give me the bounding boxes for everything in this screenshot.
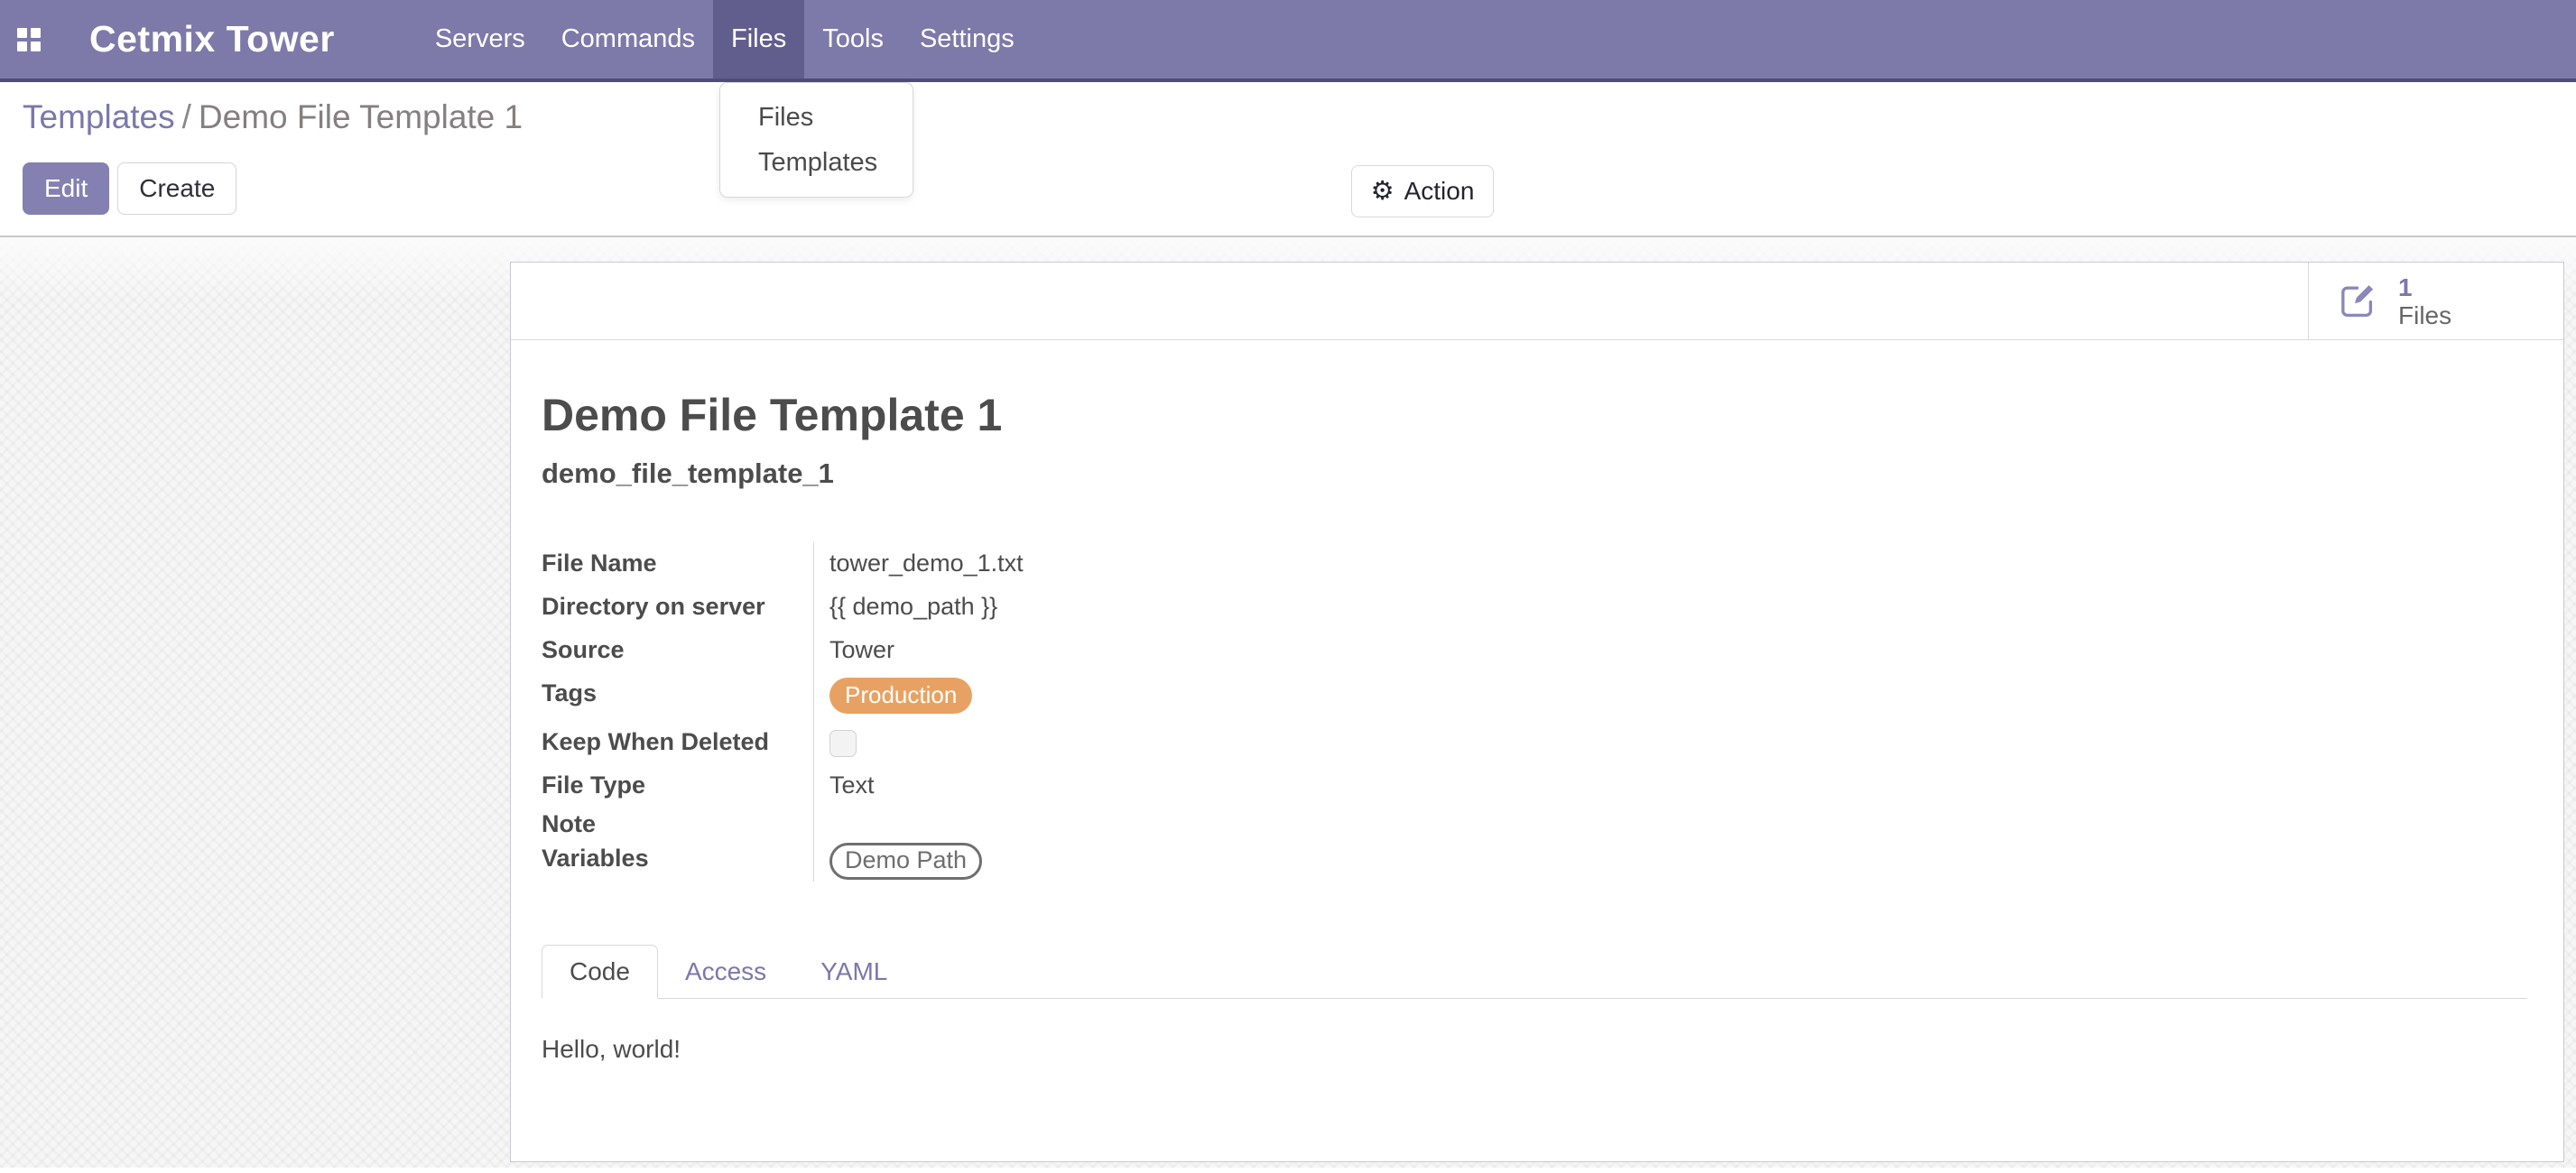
field-row-tags: Tags Production xyxy=(542,671,2527,720)
sheet-body: Demo File Template 1 demo_file_template_… xyxy=(511,389,2563,1065)
create-button[interactable]: Create xyxy=(117,162,236,215)
breadcrumb-parent-link[interactable]: Templates xyxy=(23,98,175,135)
stat-label: Files xyxy=(2398,301,2451,329)
control-panel: Templates/Demo File Template 1 Edit Crea… xyxy=(0,82,2576,237)
edit-file-icon xyxy=(2336,280,2378,322)
field-label: Tags xyxy=(542,671,813,715)
tab-access[interactable]: Access xyxy=(658,946,793,998)
nav-item-files[interactable]: Files xyxy=(713,0,804,79)
field-value: Production xyxy=(813,671,2527,720)
field-value: tower_demo_1.txt xyxy=(813,541,2527,585)
stat-button-text: 1 Files xyxy=(2398,273,2451,329)
tab-yaml[interactable]: YAML xyxy=(793,946,914,998)
keep-when-deleted-checkbox[interactable] xyxy=(829,730,857,757)
field-value xyxy=(813,807,2527,841)
main-menu: Servers Commands Files Tools Settings xyxy=(417,0,1033,79)
gear-icon: ⚙ xyxy=(1371,179,1395,205)
field-group: File Name tower_demo_1.txt Directory on … xyxy=(542,541,2527,882)
breadcrumb-current: Demo File Template 1 xyxy=(199,98,523,135)
field-label: Variables xyxy=(542,841,813,875)
tab-code[interactable]: Code xyxy=(542,945,658,999)
stat-count: 1 xyxy=(2398,273,2451,301)
apps-grid-icon xyxy=(17,28,41,51)
brand-logo[interactable]: Cetmix Tower xyxy=(89,0,335,79)
field-row-file-type: File Type Text xyxy=(542,763,2527,807)
variable-pill-demo-path: Demo Path xyxy=(829,843,982,880)
apps-menu-button[interactable] xyxy=(0,0,41,79)
form-view-background: 1 Files Demo File Template 1 demo_file_t… xyxy=(0,237,2576,1168)
button-box: 1 Files xyxy=(511,263,2563,340)
field-value: Demo Path xyxy=(813,841,2527,882)
field-row-keep-when-deleted: Keep When Deleted xyxy=(542,720,2527,763)
record-title: Demo File Template 1 xyxy=(542,389,2527,441)
dropdown-item-templates[interactable]: Templates xyxy=(720,140,913,185)
field-row-file-name: File Name tower_demo_1.txt xyxy=(542,541,2527,585)
edit-button[interactable]: Edit xyxy=(23,162,109,215)
nav-item-settings[interactable]: Settings xyxy=(902,0,1033,79)
field-label: Note xyxy=(542,807,813,841)
files-stat-button[interactable]: 1 Files xyxy=(2308,263,2563,339)
files-dropdown-menu: Files Templates xyxy=(719,82,913,198)
field-row-variables: Variables Demo Path xyxy=(542,841,2527,882)
form-sheet: 1 Files Demo File Template 1 demo_file_t… xyxy=(510,262,2564,1162)
tag-production: Production xyxy=(829,678,972,714)
breadcrumb: Templates/Demo File Template 1 xyxy=(23,95,2576,140)
action-button-label: Action xyxy=(1404,177,1475,206)
field-value: Tower xyxy=(813,628,2527,671)
action-button[interactable]: ⚙ Action xyxy=(1351,165,1494,217)
field-value xyxy=(813,720,2527,763)
field-label: Source xyxy=(542,628,813,671)
nav-item-servers[interactable]: Servers xyxy=(417,0,543,79)
field-label: Directory on server xyxy=(542,585,813,628)
field-label: File Type xyxy=(542,763,813,807)
breadcrumb-separator: / xyxy=(175,98,199,135)
field-value: Text xyxy=(813,763,2527,807)
field-label: File Name xyxy=(542,541,813,585)
notebook-tabs: Code Access YAML xyxy=(542,945,2527,999)
field-row-note: Note xyxy=(542,807,2527,841)
top-navbar: Cetmix Tower Servers Commands Files Tool… xyxy=(0,0,2576,82)
record-reference: demo_file_template_1 xyxy=(542,457,2527,491)
field-row-directory: Directory on server {{ demo_path }} xyxy=(542,585,2527,628)
nav-item-tools[interactable]: Tools xyxy=(804,0,902,79)
field-row-source: Source Tower xyxy=(542,628,2527,671)
field-value: {{ demo_path }} xyxy=(813,585,2527,628)
code-tab-content: Hello, world! xyxy=(542,1034,2527,1065)
dropdown-item-files[interactable]: Files xyxy=(720,95,913,140)
control-panel-buttons: Edit Create xyxy=(23,162,2576,215)
nav-item-commands[interactable]: Commands xyxy=(543,0,713,79)
field-label: Keep When Deleted xyxy=(542,720,813,763)
